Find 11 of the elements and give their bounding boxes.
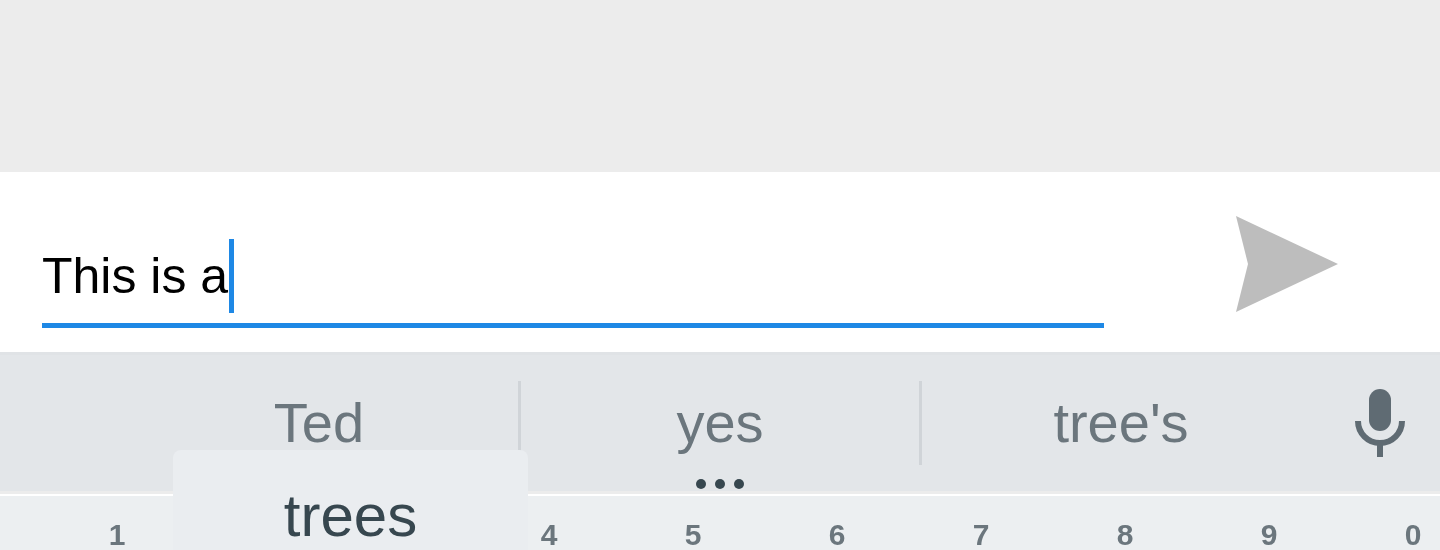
number-key[interactable]: 0 bbox=[1404, 520, 1422, 550]
number-key[interactable]: 8 bbox=[1116, 520, 1134, 550]
number-key[interactable]: 5 bbox=[684, 520, 702, 550]
microphone-icon[interactable] bbox=[1355, 389, 1405, 457]
number-key[interactable]: 6 bbox=[828, 520, 846, 550]
number-key[interactable]: 4 bbox=[540, 520, 558, 550]
suggestion[interactable]: tree's bbox=[922, 355, 1320, 491]
number-key[interactable]: 9 bbox=[1260, 520, 1278, 550]
send-icon bbox=[1236, 216, 1338, 312]
number-key[interactable]: 7 bbox=[972, 520, 990, 550]
number-key[interactable]: 1 bbox=[108, 520, 126, 550]
